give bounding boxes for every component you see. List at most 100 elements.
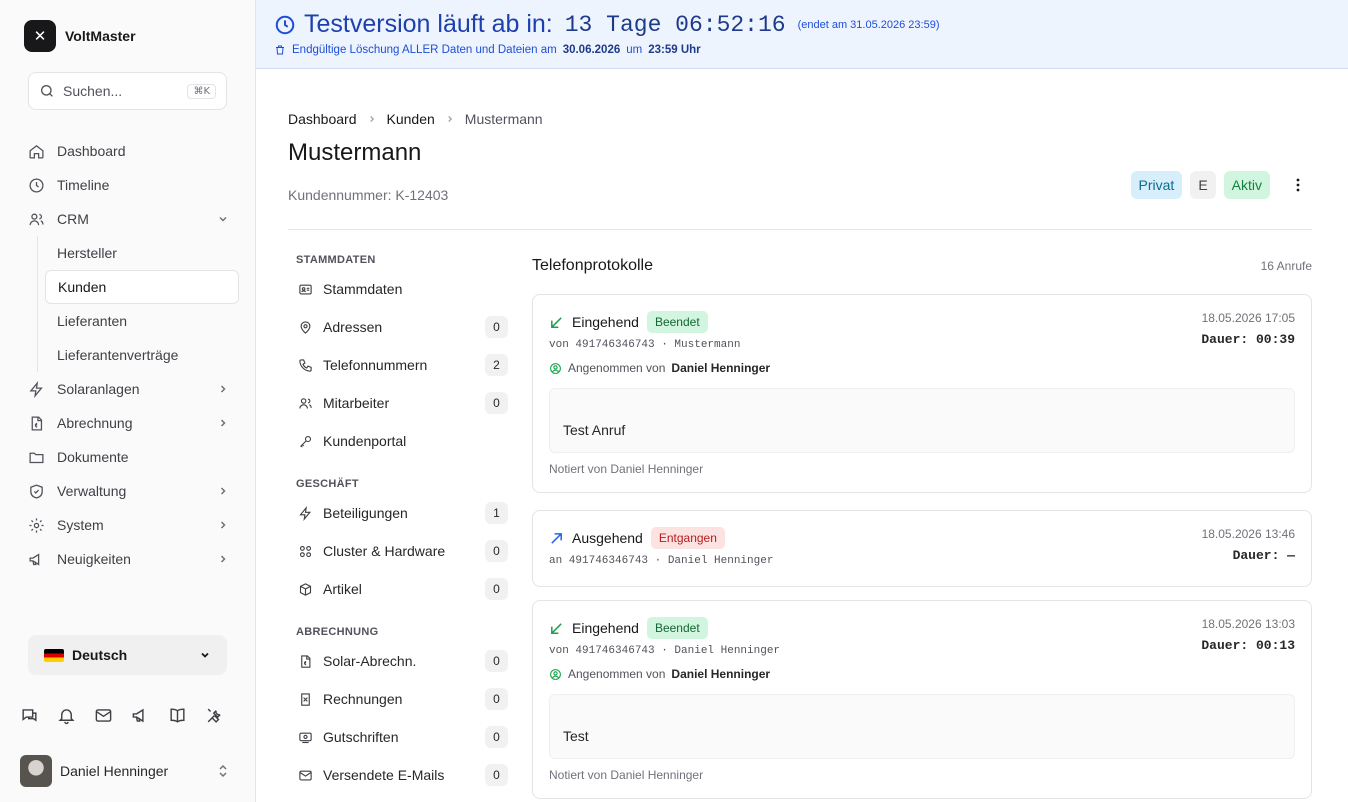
- section-item-label: Versendete E-Mails: [323, 767, 445, 783]
- sidebar-item-label: Hersteller: [57, 245, 117, 261]
- key-icon: [300, 435, 312, 448]
- sidebar-item-timeline[interactable]: Timeline: [20, 168, 239, 202]
- call-count: 16 Anrufe: [1260, 259, 1312, 273]
- section-item-solar-abrechnung[interactable]: Solar-Abrechn. 0: [288, 642, 508, 680]
- count-badge: 0: [485, 540, 508, 562]
- section-item-stammdaten[interactable]: Stammdaten: [288, 270, 508, 308]
- count-badge: 0: [485, 688, 508, 710]
- brand[interactable]: ✕ VoltMaster: [24, 20, 136, 52]
- section-item-label: Cluster & Hardware: [323, 543, 446, 559]
- breadcrumb-dashboard[interactable]: Dashboard: [288, 111, 357, 127]
- call-status-badge: Beendet: [646, 617, 708, 639]
- call-meta: von 491746346743 · Daniel Henninger: [549, 645, 781, 657]
- language-select[interactable]: Deutsch: [28, 635, 227, 675]
- bell-icon[interactable]: [57, 706, 76, 725]
- section-item-versendete-emails[interactable]: Versendete E-Mails 0: [288, 756, 508, 794]
- main-nav: Dashboard Timeline CRM Hersteller Kunden…: [20, 134, 239, 576]
- section-item-cluster-hardware[interactable]: Cluster & Hardware 0: [288, 532, 508, 570]
- sidebar-item-solaranlagen[interactable]: Solaranlagen: [20, 372, 239, 406]
- count-badge: 0: [485, 726, 508, 748]
- call-status-badge: Entgangen: [650, 527, 725, 549]
- section-item-telefonnummern[interactable]: Telefonnummern 2: [288, 346, 508, 384]
- box-icon: [299, 582, 312, 596]
- sidebar-item-neuigkeiten[interactable]: Neuigkeiten: [20, 542, 239, 576]
- tools-icon[interactable]: [205, 706, 224, 725]
- deletion-time: 23:59 Uhr: [648, 44, 701, 56]
- sidebar-item-label: Dashboard: [57, 143, 126, 159]
- sidebar-item-label: Lieferanten: [57, 313, 128, 329]
- search-placeholder: Suchen...: [63, 83, 123, 99]
- section-item-kundenportal[interactable]: Kundenportal: [288, 422, 508, 460]
- chevron-right-icon: [220, 385, 226, 393]
- call-date: 18.05.2026 13:03: [1201, 617, 1295, 631]
- accepted-by: Daniel Henninger: [671, 361, 771, 375]
- breadcrumb: Dashboard Kunden Mustermann: [288, 111, 543, 127]
- arrow-down-left-icon: [551, 622, 562, 634]
- section-item-label: Mitarbeiter: [323, 395, 390, 411]
- call-duration: Dauer: 00:13: [1201, 638, 1295, 653]
- mail-icon[interactable]: [94, 706, 113, 725]
- call-direction: Eingehend: [572, 314, 639, 330]
- sidebar-item-kunden[interactable]: Kunden: [45, 270, 239, 304]
- section-item-label: Telefonnummern: [323, 357, 428, 373]
- call-date: 18.05.2026 13:46: [1201, 527, 1295, 541]
- breadcrumb-kunden[interactable]: Kunden: [387, 111, 435, 127]
- sidebar-item-label: Neuigkeiten: [57, 551, 131, 567]
- call-card[interactable]: Ausgehend Entgangen an 491746346743 · Da…: [532, 510, 1312, 587]
- call-duration: Dauer: —: [1232, 548, 1295, 563]
- receipt-icon: [301, 692, 310, 706]
- count-badge: 0: [485, 764, 508, 786]
- sidebar-item-crm[interactable]: CRM: [20, 202, 239, 236]
- sidebar: ✕ VoltMaster Suchen... ⌘K Dashboard Time…: [0, 0, 256, 802]
- sidebar-item-abrechnung[interactable]: Abrechnung: [20, 406, 239, 440]
- count-badge: 0: [485, 316, 508, 338]
- call-accepted: Angenommen von Daniel Henninger: [549, 361, 1295, 375]
- breadcrumb-current: Mustermann: [464, 111, 543, 127]
- section-item-beteiligungen[interactable]: Beteiligungen 1: [288, 494, 508, 532]
- section-item-gutschriften[interactable]: Gutschriften 0: [288, 718, 508, 756]
- clock-icon: [275, 15, 295, 34]
- section-item-label: Beteiligungen: [323, 505, 408, 521]
- book-icon[interactable]: [168, 706, 187, 725]
- chevron-right-icon: [220, 555, 226, 563]
- home-icon: [29, 144, 44, 159]
- call-log: Telefonprotokolle 16 Anrufe Eingehend Be…: [532, 252, 1312, 799]
- section-nav: STAMMDATEN Stammdaten Adressen 0 Telefon…: [288, 254, 508, 794]
- sidebar-item-system[interactable]: System: [20, 508, 239, 542]
- bolt-icon: [29, 380, 43, 398]
- arrow-down-left-icon: [551, 316, 562, 328]
- sidebar-item-dokumente[interactable]: Dokumente: [20, 440, 239, 474]
- call-note: Test Anruf: [549, 388, 1295, 453]
- section-item-label: Artikel: [323, 581, 362, 597]
- call-card[interactable]: Eingehend Beendet von 491746346743 · Dan…: [532, 600, 1312, 799]
- sidebar-item-verwaltung[interactable]: Verwaltung: [20, 474, 239, 508]
- more-actions-button[interactable]: [1284, 171, 1312, 199]
- section-item-mitarbeiter[interactable]: Mitarbeiter 0: [288, 384, 508, 422]
- bolt-icon: [299, 505, 312, 521]
- call-log-title: Telefonprotokolle: [532, 257, 653, 274]
- cluster-icon: [299, 545, 312, 557]
- chat-icon[interactable]: [20, 706, 39, 725]
- sidebar-item-dashboard[interactable]: Dashboard: [20, 134, 239, 168]
- call-card[interactable]: Eingehend Beendet von 491746346743 · Mus…: [532, 294, 1312, 493]
- call-direction: Ausgehend: [572, 530, 643, 546]
- noted-by: Notiert von Daniel Henninger: [549, 768, 704, 782]
- letter-badge: E: [1190, 171, 1216, 199]
- chevron-right-icon: [448, 116, 452, 122]
- sidebar-item-lieferantenvertraege[interactable]: Lieferantenverträge: [45, 338, 239, 372]
- user-menu[interactable]: Daniel Henninger: [20, 755, 230, 787]
- call-accepted: Angenommen von Daniel Henninger: [549, 667, 1295, 681]
- credit-note-icon: [299, 732, 312, 743]
- section-item-rechnungen[interactable]: Rechnungen 0: [288, 680, 508, 718]
- section-item-artikel[interactable]: Artikel 0: [288, 570, 508, 608]
- sidebar-item-hersteller[interactable]: Hersteller: [45, 236, 239, 270]
- trial-end-date: (endet am 31.05.2026 23:59): [797, 18, 940, 31]
- count-badge: 2: [485, 354, 508, 376]
- user-circle-icon: [550, 668, 561, 680]
- search-input[interactable]: Suchen... ⌘K: [28, 72, 227, 110]
- sidebar-item-label: Kunden: [58, 279, 107, 295]
- sidebar-item-lieferanten[interactable]: Lieferanten: [45, 304, 239, 338]
- section-item-adressen[interactable]: Adressen 0: [288, 308, 508, 346]
- user-circle-icon: [550, 362, 561, 374]
- megaphone-icon[interactable]: [131, 706, 150, 725]
